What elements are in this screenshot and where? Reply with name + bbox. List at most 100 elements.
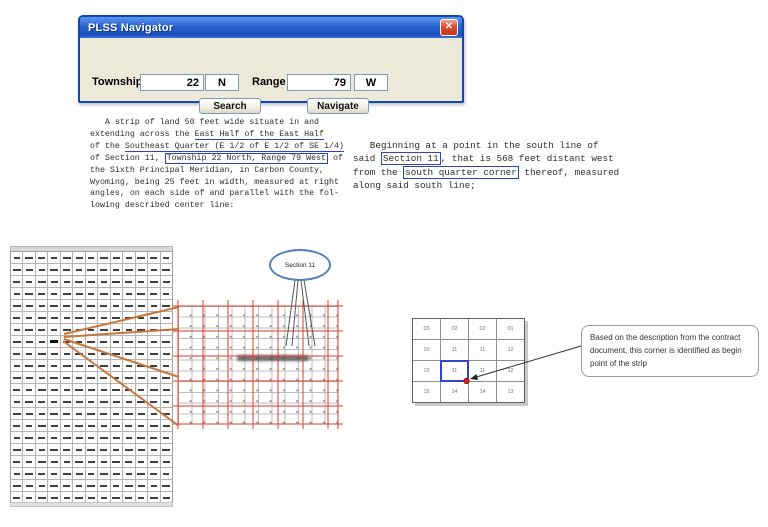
township-grid-cell-mark [100, 280, 107, 283]
township-grid-cell [60, 420, 73, 431]
township-grid-cell-mark [38, 268, 45, 271]
township-grid-cell [73, 372, 85, 383]
township-grid-cell-mark [38, 448, 45, 451]
township-grid-cell [160, 312, 172, 323]
township-grid-cell [135, 384, 148, 395]
township-grid-cell [48, 336, 60, 347]
township-grid-cell [110, 384, 123, 395]
township-grid-cell-mark [162, 448, 171, 451]
township-grid-cell [148, 480, 160, 491]
township-grid-cell-mark [37, 460, 46, 463]
township-grid-cell-mark [50, 460, 58, 463]
township-grid-cell-mark [75, 460, 84, 463]
township-grid-cell [135, 324, 148, 335]
township-grid-cell [11, 252, 23, 263]
township-grid-cell-mark [87, 424, 95, 427]
township-grid-cell-mark [75, 388, 84, 391]
township-grid-cell [48, 312, 60, 323]
section-cell-highlighted: 11 [440, 360, 469, 382]
township-grid-cell-mark [124, 340, 133, 343]
township-grid-cell [35, 384, 48, 395]
township-grid-cell-mark [76, 268, 83, 271]
section-cell: 11 [441, 340, 468, 360]
township-grid-cell [23, 288, 35, 299]
township-grid-cell-mark [13, 472, 20, 475]
doc-text: the Sixth Principal Meridian, in Carbon … [90, 165, 325, 175]
township-grid-cell [23, 276, 35, 287]
township-grid-cell-mark [63, 424, 70, 427]
township-grid-cell [73, 300, 85, 311]
title-bar[interactable]: PLSS Navigator ✕ [80, 17, 462, 38]
township-grid-cell-mark [125, 352, 133, 355]
township-grid-cell-mark [125, 328, 132, 331]
township-grid-cell-mark [87, 412, 96, 415]
navigate-button[interactable]: Navigate [307, 98, 369, 114]
township-grid-cell [73, 264, 85, 275]
township-grid-cell-mark [100, 484, 108, 487]
township-grid-cell [11, 360, 23, 371]
township-grid-cell [23, 468, 35, 479]
township-grid-cell [98, 264, 110, 275]
township-grid-cell [135, 264, 148, 275]
township-grid-cell-mark [26, 460, 33, 463]
township-grid-cell [135, 468, 148, 479]
township-grid-cell [73, 408, 85, 419]
search-button[interactable]: Search [199, 98, 261, 114]
township-grid-cell [60, 468, 73, 479]
township-grid-cell-mark [150, 364, 158, 367]
township-grid-cell-mark [112, 436, 120, 439]
township-grid-cell [135, 480, 148, 491]
doc-line: extending across the East Half of the Ea… [90, 129, 344, 141]
close-icon[interactable]: ✕ [440, 19, 458, 36]
township-grid-cell-mark [13, 316, 21, 319]
range-input[interactable] [287, 74, 351, 91]
township-grid-cell [11, 444, 23, 455]
township-grid-cell [60, 348, 73, 359]
township-grid-cell-mark [113, 448, 120, 451]
township-grid-cell [35, 372, 48, 383]
township-grid-cell [35, 480, 48, 491]
township-grid-cell [160, 384, 172, 395]
township-grid-cell [148, 468, 160, 479]
township-grid-cell-mark [26, 316, 33, 319]
township-direction-input[interactable] [205, 74, 239, 91]
township-grid-cell [73, 432, 85, 443]
township-grid-cell-mark [76, 340, 83, 343]
township-grid-cell [85, 432, 98, 443]
township-grid-cell-mark [112, 352, 121, 355]
township-grid-cell-mark [38, 328, 46, 331]
township-grid-cell-mark [25, 292, 34, 295]
township-grid-cell-mark [51, 436, 58, 439]
township-grid-cell-mark [149, 316, 158, 319]
township-grid-cell-mark [12, 340, 21, 343]
doc-line: from the south quarter corner thereof, m… [353, 165, 619, 179]
township-grid-cell [98, 348, 110, 359]
township-grid-cell-mark [25, 472, 34, 475]
township-grid-cell-mark [100, 304, 108, 307]
range-direction-input[interactable] [354, 74, 388, 91]
township-grid-cell-mark [13, 496, 21, 499]
township-grid-cell [73, 360, 85, 371]
township-input[interactable] [140, 74, 204, 91]
township-grid-cell [48, 408, 60, 419]
township-grid-cell [85, 288, 98, 299]
township-grid-cell [98, 312, 110, 323]
township-grid-cell-mark [125, 316, 133, 319]
township-label: Township [92, 76, 143, 88]
section-cell: 14 [469, 382, 496, 402]
township-grid-cell-mark [63, 280, 70, 283]
township-grid-cell [148, 420, 160, 431]
blue-underline-annotation: Southeast Quarter (E 1/2 of E 1/2 of SE … [124, 141, 344, 152]
township-grid-cell [35, 312, 48, 323]
township-grid-cell-mark [124, 412, 133, 415]
township-grid-cell [110, 312, 123, 323]
township-grid-cell-mark [62, 436, 71, 439]
township-grid-cell-mark [100, 352, 107, 355]
township-grid-cell [60, 456, 73, 467]
township-grid-cell [123, 348, 135, 359]
township-grid-cell-mark [51, 328, 58, 331]
township-grid-cell-mark [38, 292, 46, 295]
township-grid-cell-mark [99, 472, 108, 475]
township-grid-cell-mark [137, 292, 146, 295]
township-grid-cell-mark [100, 496, 107, 499]
